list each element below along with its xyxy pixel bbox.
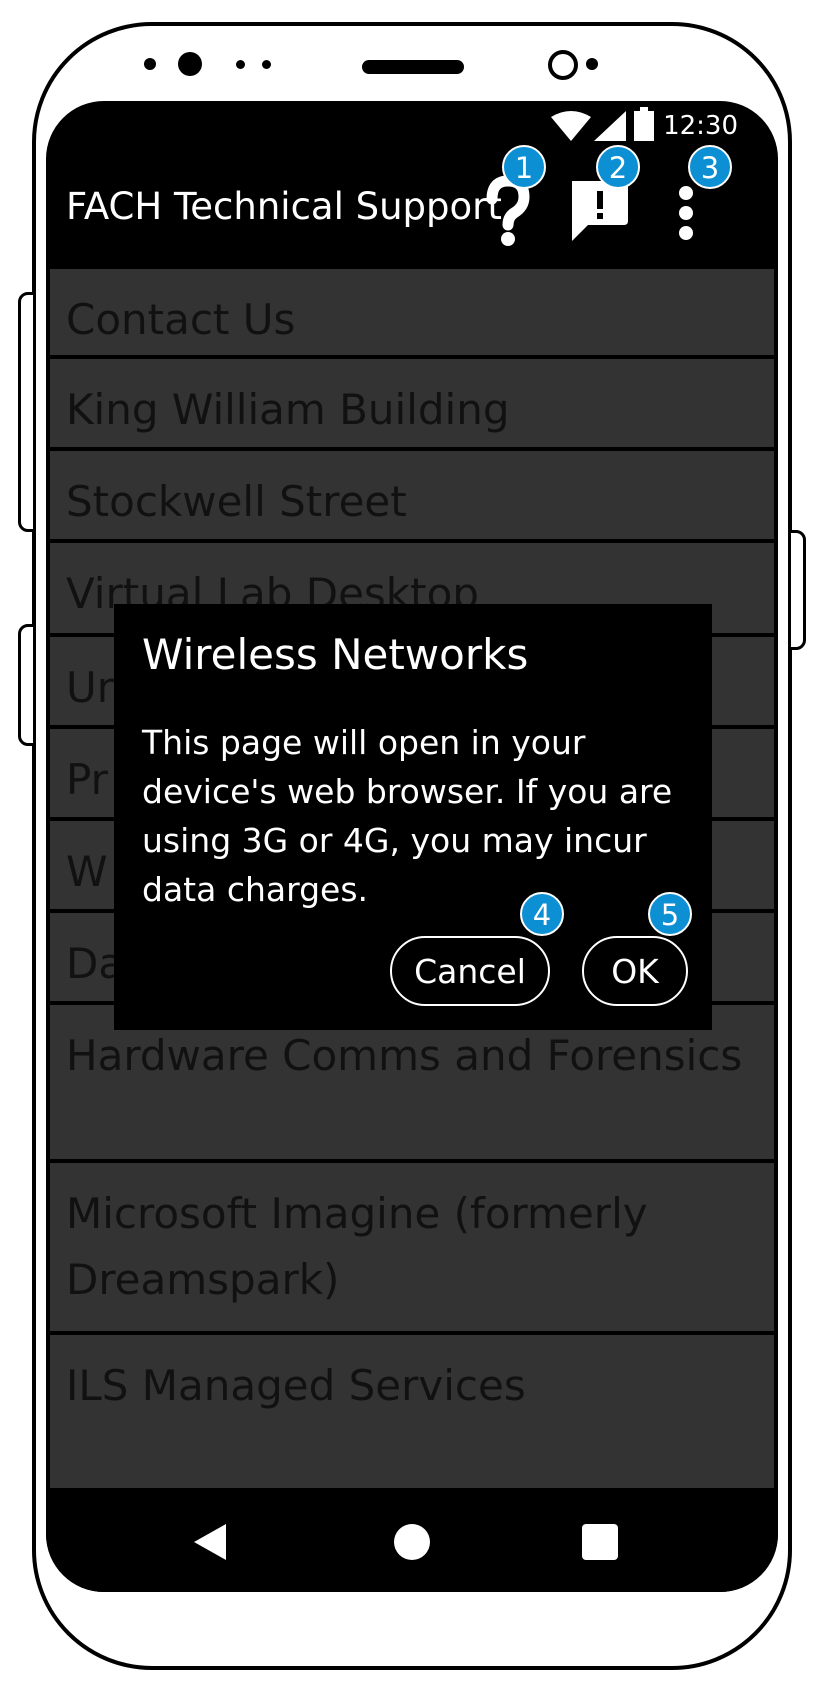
app-bar: FACH Technical Support xyxy=(46,151,778,265)
cell-signal-icon xyxy=(594,111,626,141)
list-item[interactable]: King William Building xyxy=(50,355,774,447)
list-item[interactable]: ILS Managed Services xyxy=(50,1331,774,1491)
list-item-label: Hardware Comms and Forensics xyxy=(66,1031,743,1080)
list-item-label: ILS Managed Services xyxy=(66,1361,526,1410)
wifi-icon xyxy=(551,111,591,141)
cancel-button[interactable]: Cancel xyxy=(390,936,550,1006)
status-bar: 12:30 xyxy=(46,101,778,151)
list-item-label: Stockwell Street xyxy=(66,477,407,526)
status-time: 12:30 xyxy=(663,111,738,141)
list-item-label: Microsoft Imagine (formerly Dreamspark) xyxy=(66,1189,648,1304)
app-title: FACH Technical Support xyxy=(66,185,502,228)
list-item-label: King William Building xyxy=(66,385,510,434)
sensor-dot xyxy=(236,60,245,69)
camera-lens xyxy=(548,50,578,80)
sensor-dot xyxy=(586,58,598,70)
dialog-message: This page will open in your device's web… xyxy=(142,723,673,909)
recents-nav-icon[interactable] xyxy=(578,1520,622,1564)
back-nav-icon[interactable] xyxy=(188,1520,232,1564)
volume-button xyxy=(18,292,36,532)
dialog-title: Wireless Networks xyxy=(142,630,529,679)
side-button xyxy=(18,624,36,746)
annotation-badge: 2 xyxy=(596,145,640,189)
battery-icon xyxy=(634,107,654,141)
annotation-badge: 3 xyxy=(688,145,732,189)
ok-button[interactable]: OK xyxy=(582,936,688,1006)
home-nav-icon[interactable] xyxy=(390,1520,434,1564)
annotation-badge: 4 xyxy=(520,892,564,936)
list-item[interactable]: Contact Us xyxy=(50,265,774,355)
power-button xyxy=(788,530,806,650)
navigation-bar xyxy=(46,1488,778,1592)
earpiece-speaker xyxy=(362,60,464,74)
list-item-label: W xyxy=(66,847,108,896)
list-item[interactable]: Stockwell Street xyxy=(50,447,774,539)
front-camera-dot xyxy=(178,52,202,76)
sensor-dot xyxy=(262,60,271,69)
sensor-dot xyxy=(144,58,156,70)
annotation-badge: 5 xyxy=(648,892,692,936)
list-item-label: Contact Us xyxy=(66,295,296,344)
list-item-label: Pr xyxy=(66,755,108,804)
wireless-networks-dialog: Wireless Networks This page will open in… xyxy=(114,604,712,1030)
list-item[interactable]: Microsoft Imagine (formerly Dreamspark) xyxy=(50,1159,774,1331)
annotation-badge: 1 xyxy=(502,145,546,189)
